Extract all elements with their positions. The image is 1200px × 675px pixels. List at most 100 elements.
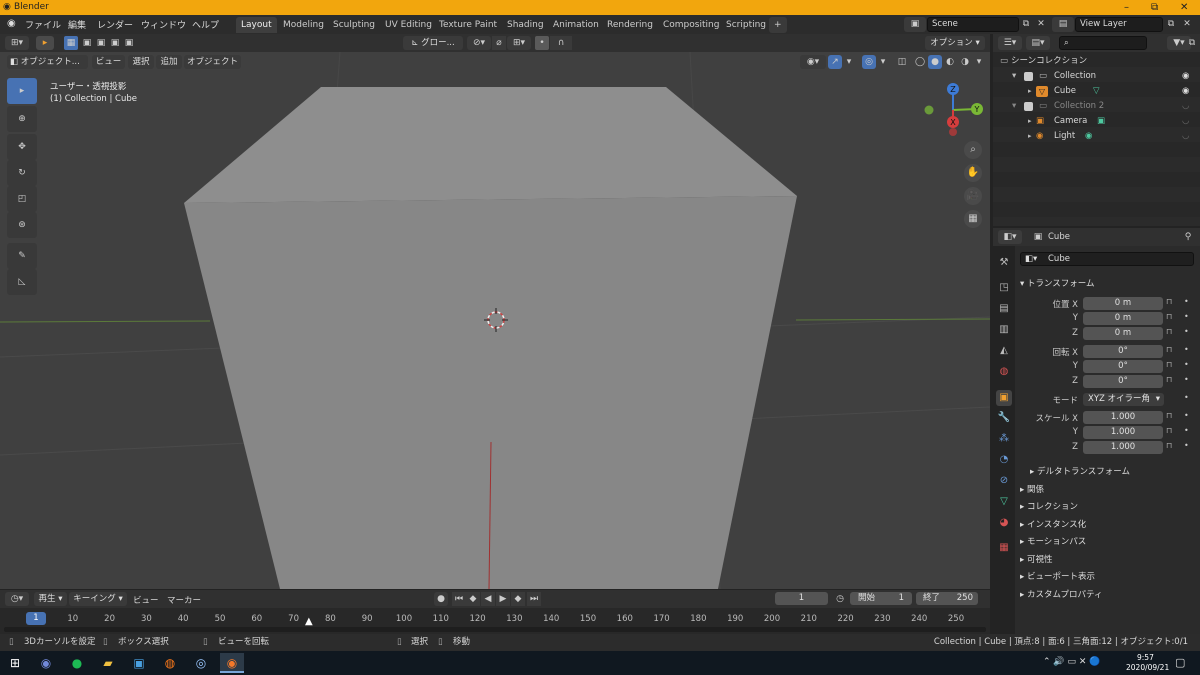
visibility-eye-icon[interactable]: ◡	[1182, 129, 1189, 144]
world-tab-icon[interactable]: ◍	[996, 364, 1012, 380]
expand-toggle-icon[interactable]: ▸	[1028, 114, 1032, 129]
overlay-toggle-icon[interactable]: ◎	[862, 55, 876, 69]
outliner-collection-row[interactable]: ▾ ▭ Collection ◉	[994, 69, 1200, 84]
tab-animation[interactable]: Animation	[548, 17, 604, 33]
output-tab-icon[interactable]: ▤	[996, 301, 1012, 317]
visibility-icon[interactable]: ◉▾	[800, 55, 826, 69]
keyframe-dot-icon[interactable]: •	[1184, 441, 1189, 450]
lock-icon[interactable]: ⊓	[1166, 360, 1172, 369]
keyframe-dot-icon[interactable]: •	[1184, 312, 1189, 321]
add-workspace-button[interactable]: +	[769, 17, 787, 33]
outliner-editor-icon[interactable]: ☰▾	[998, 36, 1022, 50]
include-checkbox[interactable]	[1024, 72, 1033, 81]
texture-tab-icon[interactable]: ▦	[996, 540, 1012, 556]
tab-sculpting[interactable]: Sculpting	[328, 17, 380, 33]
steam-icon[interactable]: ◎	[191, 653, 211, 673]
tab-shading[interactable]: Shading	[502, 17, 549, 33]
property-section-header[interactable]: ▸ 可視性	[1020, 553, 1052, 565]
play-reverse-icon[interactable]: ◀	[481, 592, 495, 606]
expand-toggle-icon[interactable]: ▸	[1028, 129, 1032, 144]
pin-icon[interactable]: ⚲	[1181, 230, 1195, 244]
timeline-view-menu[interactable]: ビュー	[133, 594, 159, 606]
lock-icon[interactable]: ⊓	[1166, 297, 1172, 306]
snap-icon[interactable]: ⌀	[492, 36, 506, 50]
blender-menu-icon[interactable]: ◉	[7, 18, 16, 29]
material-shading-icon[interactable]: ◐	[943, 55, 957, 69]
tool-transform[interactable]: ⊛	[7, 212, 37, 238]
include-checkbox[interactable]	[1024, 102, 1033, 111]
menu-window[interactable]: ウィンドウ	[141, 18, 186, 31]
display-mode-icon[interactable]: ▤▾	[1026, 36, 1050, 50]
ortho-grid-icon[interactable]: ▦	[964, 210, 982, 228]
jump-end-icon[interactable]: ⏭	[527, 592, 541, 606]
outliner-search-input[interactable]: ⌕	[1059, 36, 1147, 50]
scene-icon[interactable]: ▣	[904, 17, 926, 32]
keyframe-dot-icon[interactable]: •	[1184, 393, 1189, 402]
select-intersect-icon[interactable]: ▣	[122, 36, 136, 50]
visibility-eye-icon[interactable]: ◡	[1182, 99, 1189, 114]
viewport-menu-select[interactable]: 選択	[128, 55, 154, 69]
proportional-edit-icon[interactable]: •	[535, 36, 549, 50]
location-x-field[interactable]: 0 m	[1083, 297, 1163, 310]
xray-icon[interactable]: ◫	[895, 55, 909, 69]
expand-toggle-icon[interactable]: ▾	[1012, 99, 1016, 114]
new-view-layer-icon[interactable]: ⧉	[1164, 17, 1178, 31]
data-tab-icon[interactable]: ▽	[996, 494, 1012, 510]
location-y-field[interactable]: 0 m	[1083, 312, 1163, 325]
zoom-icon[interactable]: ⌕	[964, 141, 982, 159]
rotation-z-field[interactable]: 0°	[1083, 375, 1163, 388]
preview-range-icon[interactable]: ◷	[832, 592, 848, 606]
menu-render[interactable]: レンダー	[97, 18, 133, 31]
tab-compositing[interactable]: Compositing	[658, 17, 724, 33]
rendered-shading-icon[interactable]: ◑	[958, 55, 972, 69]
gizmo-menu-icon[interactable]: ▾	[843, 55, 855, 69]
current-frame-field[interactable]: 1	[775, 592, 828, 605]
rotation-mode-dropdown[interactable]: XYZ オイラー角 ▾	[1083, 393, 1164, 406]
playback-menu[interactable]: 再生 ▾	[34, 592, 67, 606]
menu-help[interactable]: ヘルプ	[192, 18, 219, 31]
scale-z-field[interactable]: 1.000	[1083, 441, 1163, 454]
keyframe-dot-icon[interactable]: •	[1184, 375, 1189, 384]
select-extend-icon[interactable]: ▣	[80, 36, 94, 50]
notification-icon[interactable]: ▢	[1175, 656, 1185, 669]
lock-icon[interactable]: ⊓	[1166, 327, 1172, 336]
prev-keyframe-icon[interactable]: ◆	[466, 592, 480, 606]
tool-rotate[interactable]: ↻	[7, 160, 37, 186]
end-frame-field[interactable]: 終了 250	[916, 592, 978, 605]
constraints-tab-icon[interactable]: ⊘	[996, 473, 1012, 489]
outliner-scene-collection[interactable]: ▭ シーンコレクション	[994, 54, 1200, 69]
keying-menu[interactable]: キーイング ▾	[69, 592, 127, 606]
menu-edit[interactable]: 編集	[68, 18, 86, 31]
overlay-menu-icon[interactable]: ▾	[877, 55, 889, 69]
app-icon[interactable]: ▣	[129, 653, 149, 673]
lock-icon[interactable]: ⊓	[1166, 411, 1172, 420]
camera-view-icon[interactable]: 🎥	[964, 187, 982, 205]
properties-editor-icon[interactable]: ◧▾	[998, 230, 1022, 244]
remove-scene-icon[interactable]: ✕	[1034, 17, 1048, 31]
wireframe-shading-icon[interactable]: ◯	[913, 55, 927, 69]
property-section-header[interactable]: ▸ ビューポート表示	[1020, 570, 1095, 582]
property-section-header[interactable]: ▸ モーションパス	[1020, 535, 1086, 547]
menu-file[interactable]: ファイル	[25, 18, 61, 31]
view-layer-tab-icon[interactable]: ▥	[996, 322, 1012, 338]
viewport-scene[interactable]	[0, 52, 990, 589]
timeline-marker-menu[interactable]: マーカー	[167, 594, 201, 606]
render-tab-icon[interactable]: ◳	[996, 280, 1012, 296]
keyframe-dot-icon[interactable]: •	[1184, 360, 1189, 369]
delta-transform-section[interactable]: ▸ デルタトランスフォーム	[1030, 465, 1130, 477]
tab-texture-paint[interactable]: Texture Paint	[434, 17, 502, 33]
material-tab-icon[interactable]: ◕	[996, 515, 1012, 531]
blender-taskbar-icon[interactable]: ◉	[220, 653, 244, 673]
scale-x-field[interactable]: 1.000	[1083, 411, 1163, 424]
viewport-menu-add[interactable]: 追加	[156, 55, 182, 69]
physics-tab-icon[interactable]: ◔	[996, 452, 1012, 468]
view-layer-icon[interactable]: ▤	[1052, 17, 1074, 32]
select-tool-icon[interactable]: ▸	[36, 36, 54, 50]
object-name-field[interactable]: ◧▾ Cube	[1020, 252, 1194, 266]
scene-name-field[interactable]: Scene	[927, 17, 1019, 32]
location-z-field[interactable]: 0 m	[1083, 327, 1163, 340]
object-tab-icon[interactable]: ▣	[996, 390, 1012, 406]
tool-measure[interactable]: ◺	[7, 269, 37, 295]
maximize-button[interactable]: ⧉	[1151, 0, 1158, 15]
play-icon[interactable]: ▶	[496, 592, 510, 606]
